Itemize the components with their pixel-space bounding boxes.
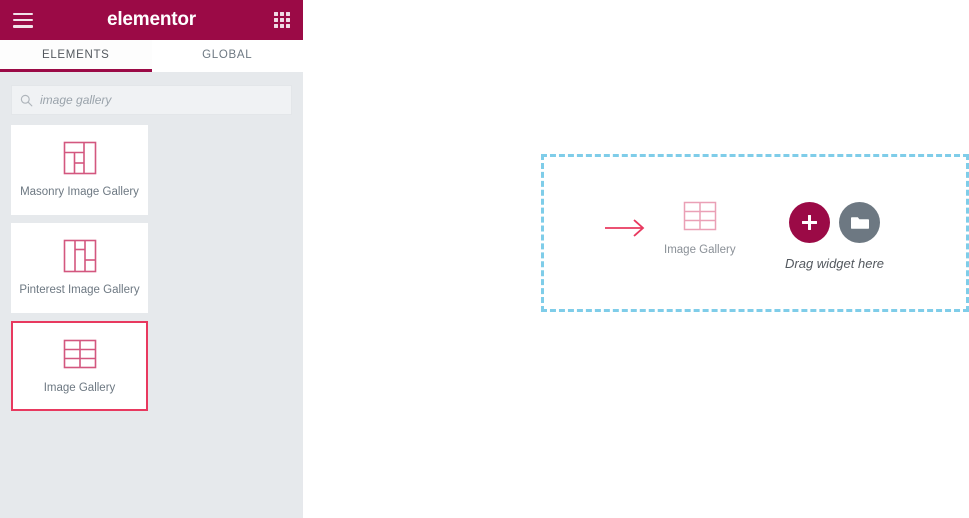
drag-ghost-widget: Image Gallery bbox=[664, 199, 736, 256]
drag-widget-here-label: Drag widget here bbox=[785, 256, 884, 271]
panel-header: elementor bbox=[0, 0, 303, 40]
widget-card-masonry-image-gallery[interactable]: Masonry Image Gallery bbox=[11, 125, 148, 215]
masonry-grid-icon bbox=[63, 141, 96, 175]
add-section-controls: Drag widget here bbox=[785, 202, 884, 271]
gallery-grid-icon bbox=[63, 339, 96, 369]
panel-tabs: ELEMENTS GLOBAL bbox=[0, 40, 303, 73]
apps-grid-icon[interactable] bbox=[274, 12, 290, 28]
drag-ghost-label: Image Gallery bbox=[664, 244, 736, 256]
editor-canvas: Image Gallery Drag widget here bbox=[303, 0, 969, 518]
tab-elements[interactable]: ELEMENTS bbox=[0, 40, 152, 72]
elementor-editor: elementor ELEMENTS GLOBAL image gallery … bbox=[0, 0, 969, 518]
widget-card-image-gallery[interactable]: Image Gallery bbox=[11, 321, 148, 411]
tab-global-label: GLOBAL bbox=[202, 48, 253, 61]
folder-icon bbox=[850, 217, 869, 229]
elementor-logo-title: elementor bbox=[106, 9, 196, 30]
search-icon bbox=[20, 94, 33, 106]
search-box[interactable] bbox=[11, 85, 292, 115]
drag-ghost: Image Gallery bbox=[604, 199, 736, 256]
widget-label: Pinterest Image Gallery bbox=[19, 284, 140, 297]
tab-elements-label: ELEMENTS bbox=[41, 48, 110, 61]
gallery-grid-icon bbox=[683, 201, 717, 231]
elementor-panel: elementor ELEMENTS GLOBAL image gallery … bbox=[0, 0, 303, 518]
widget-label: Image Gallery bbox=[43, 382, 116, 395]
widget-label: Masonry Image Gallery bbox=[20, 186, 139, 199]
plus-icon bbox=[802, 215, 817, 230]
arrow-right-icon bbox=[605, 218, 645, 237]
add-new-section-button[interactable] bbox=[789, 202, 830, 243]
widget-list: Masonry Image Gallery Pinterest Image Ga… bbox=[0, 125, 303, 411]
add-template-button[interactable] bbox=[839, 202, 880, 243]
tab-global[interactable]: GLOBAL bbox=[151, 40, 303, 72]
pinterest-grid-icon bbox=[63, 239, 96, 273]
hamburger-menu-icon[interactable] bbox=[13, 12, 33, 28]
section-drop-zone[interactable]: Image Gallery Drag widget here bbox=[541, 154, 969, 312]
search-input[interactable] bbox=[40, 93, 283, 107]
add-buttons-row bbox=[789, 202, 880, 243]
search-area bbox=[0, 73, 303, 125]
widget-card-pinterest-image-gallery[interactable]: Pinterest Image Gallery bbox=[11, 223, 148, 313]
